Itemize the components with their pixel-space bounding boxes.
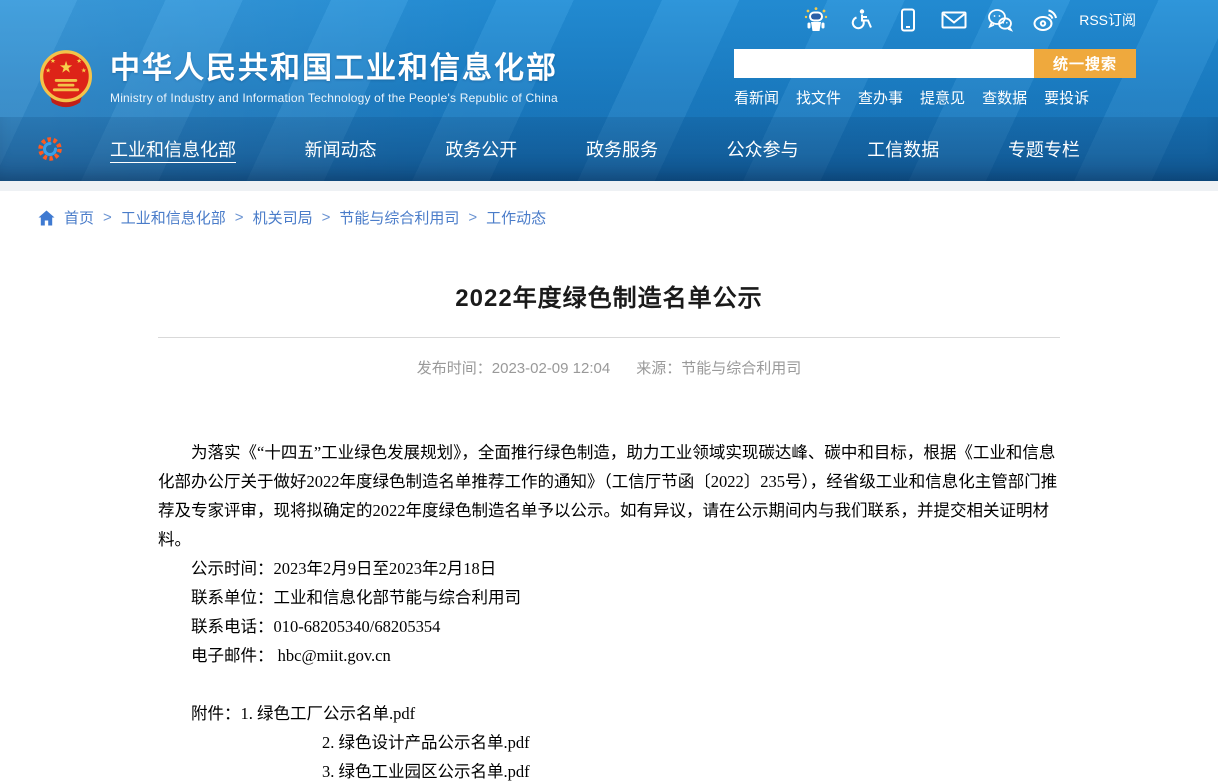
- breadcrumb-departments[interactable]: 机关司局: [253, 207, 313, 228]
- site-header: RSS订阅 ★ ★ ★ ★ ★ 中华人民共和国工业和信息化部 Ministry …: [0, 0, 1218, 181]
- article-body: 为落实《“十四五”工业绿色发展规划》，全面推行绿色制造，助力工业领域实现碳达峰、…: [158, 438, 1060, 781]
- attachment-link-green-design-products[interactable]: 2. 绿色设计产品公示名单.pdf: [322, 733, 530, 752]
- quick-link-data[interactable]: 查数据: [982, 87, 1027, 108]
- national-emblem-icon: ★ ★ ★ ★ ★: [36, 48, 96, 110]
- attachment-link-green-industrial-parks[interactable]: 3. 绿色工业园区公示名单.pdf: [322, 762, 530, 781]
- mail-icon[interactable]: [941, 7, 967, 33]
- wechat-icon[interactable]: [987, 7, 1013, 33]
- breadcrumb-separator: >: [468, 209, 477, 226]
- nav-item-gov-services[interactable]: 政务服务: [586, 136, 658, 162]
- breadcrumb-miit[interactable]: 工业和信息化部: [121, 207, 226, 228]
- header-main: ★ ★ ★ ★ ★ 中华人民共和国工业和信息化部 Ministry of Ind…: [0, 40, 1218, 117]
- home-icon[interactable]: [38, 210, 55, 226]
- breadcrumb-separator: >: [235, 209, 244, 226]
- mobile-icon[interactable]: [895, 7, 921, 33]
- breadcrumb-home[interactable]: 首页: [64, 207, 94, 228]
- nav-item-miit[interactable]: 工业和信息化部: [110, 136, 236, 162]
- gear-logo-icon[interactable]: [36, 135, 64, 163]
- breadcrumb-work-updates[interactable]: 工作动态: [486, 207, 546, 228]
- article: 2022年度绿色制造名单公示 发布时间：2023-02-09 12:04 来源：…: [158, 278, 1060, 781]
- breadcrumb-energy-dept[interactable]: 节能与综合利用司: [339, 207, 459, 228]
- breadcrumb: 首页 > 工业和信息化部 > 机关司局 > 节能与综合利用司 > 工作动态: [0, 191, 1218, 234]
- quick-link-feedback[interactable]: 提意见: [920, 87, 965, 108]
- quick-link-news[interactable]: 看新闻: [734, 87, 779, 108]
- attachments: 附件：1. 绿色工厂公示名单.pdf 2. 绿色设计产品公示名单.pdf 3. …: [158, 699, 1060, 781]
- search-input[interactable]: [734, 49, 1034, 78]
- nav-item-special-columns[interactable]: 专题专栏: [1008, 136, 1080, 162]
- attachment-link-green-factory[interactable]: 1. 绿色工厂公示名单.pdf: [241, 704, 416, 723]
- breadcrumb-separator: >: [103, 209, 112, 226]
- svg-text:★: ★: [76, 57, 82, 65]
- unified-search-button[interactable]: 统一搜索: [1034, 49, 1136, 78]
- contact-unit-line: 联系单位：工业和信息化部节能与综合利用司: [158, 583, 1060, 612]
- rss-subscribe-link[interactable]: RSS订阅: [1079, 10, 1136, 30]
- site-title: 中华人民共和国工业和信息化部: [110, 52, 558, 86]
- quick-link-complaint[interactable]: 要投诉: [1044, 87, 1089, 108]
- svg-text:★: ★: [59, 59, 73, 76]
- title-divider: [158, 337, 1060, 338]
- lead-paragraph: 为落实《“十四五”工业绿色发展规划》，全面推行绿色制造，助力工业领域实现碳达峰、…: [158, 438, 1060, 554]
- svg-text:★: ★: [50, 57, 56, 65]
- attachments-label: 附件：: [191, 704, 241, 723]
- nav-item-public-participation[interactable]: 公众参与: [727, 136, 799, 162]
- nav-item-gov-disclosure[interactable]: 政务公开: [445, 136, 517, 162]
- publish-time: 发布时间：2023-02-09 12:04: [417, 357, 610, 378]
- weibo-icon[interactable]: [1033, 7, 1059, 33]
- search-area: 统一搜索 看新闻 找文件 查办事 提意见 查数据 要投诉: [734, 49, 1136, 108]
- quick-links: 看新闻 找文件 查办事 提意见 查数据 要投诉: [734, 87, 1136, 108]
- article-title: 2022年度绿色制造名单公示: [158, 278, 1060, 313]
- article-source: 来源：节能与综合利用司: [636, 357, 801, 378]
- site-subtitle: Ministry of Industry and Information Tec…: [110, 91, 558, 105]
- nav-item-news[interactable]: 新闻动态: [305, 136, 377, 162]
- article-meta: 发布时间：2023-02-09 12:04 来源：节能与综合利用司: [158, 357, 1060, 378]
- main-nav: 工业和信息化部 新闻动态 政务公开 政务服务 公众参与 工信数据 专题专栏: [0, 117, 1218, 181]
- svg-text:★: ★: [45, 66, 51, 74]
- contact-email-line: 电子邮件： hbc@miit.gov.cn: [158, 641, 1060, 670]
- header-divider-band: [0, 181, 1218, 191]
- breadcrumb-separator: >: [322, 209, 331, 226]
- contact-phone-line: 联系电话：010-68205340/68205354: [158, 612, 1060, 641]
- site-logo-link[interactable]: ★ ★ ★ ★ ★ 中华人民共和国工业和信息化部 Ministry of Ind…: [36, 48, 558, 110]
- mascot-icon[interactable]: [803, 7, 829, 33]
- quick-link-services[interactable]: 查办事: [858, 87, 903, 108]
- quick-link-documents[interactable]: 找文件: [796, 87, 841, 108]
- publicity-period-line: 公示时间：2023年2月9日至2023年2月18日: [158, 554, 1060, 583]
- accessibility-icon[interactable]: [849, 7, 875, 33]
- topbar: RSS订阅: [0, 0, 1218, 40]
- svg-text:★: ★: [81, 66, 87, 74]
- nav-item-data[interactable]: 工信数据: [867, 136, 939, 162]
